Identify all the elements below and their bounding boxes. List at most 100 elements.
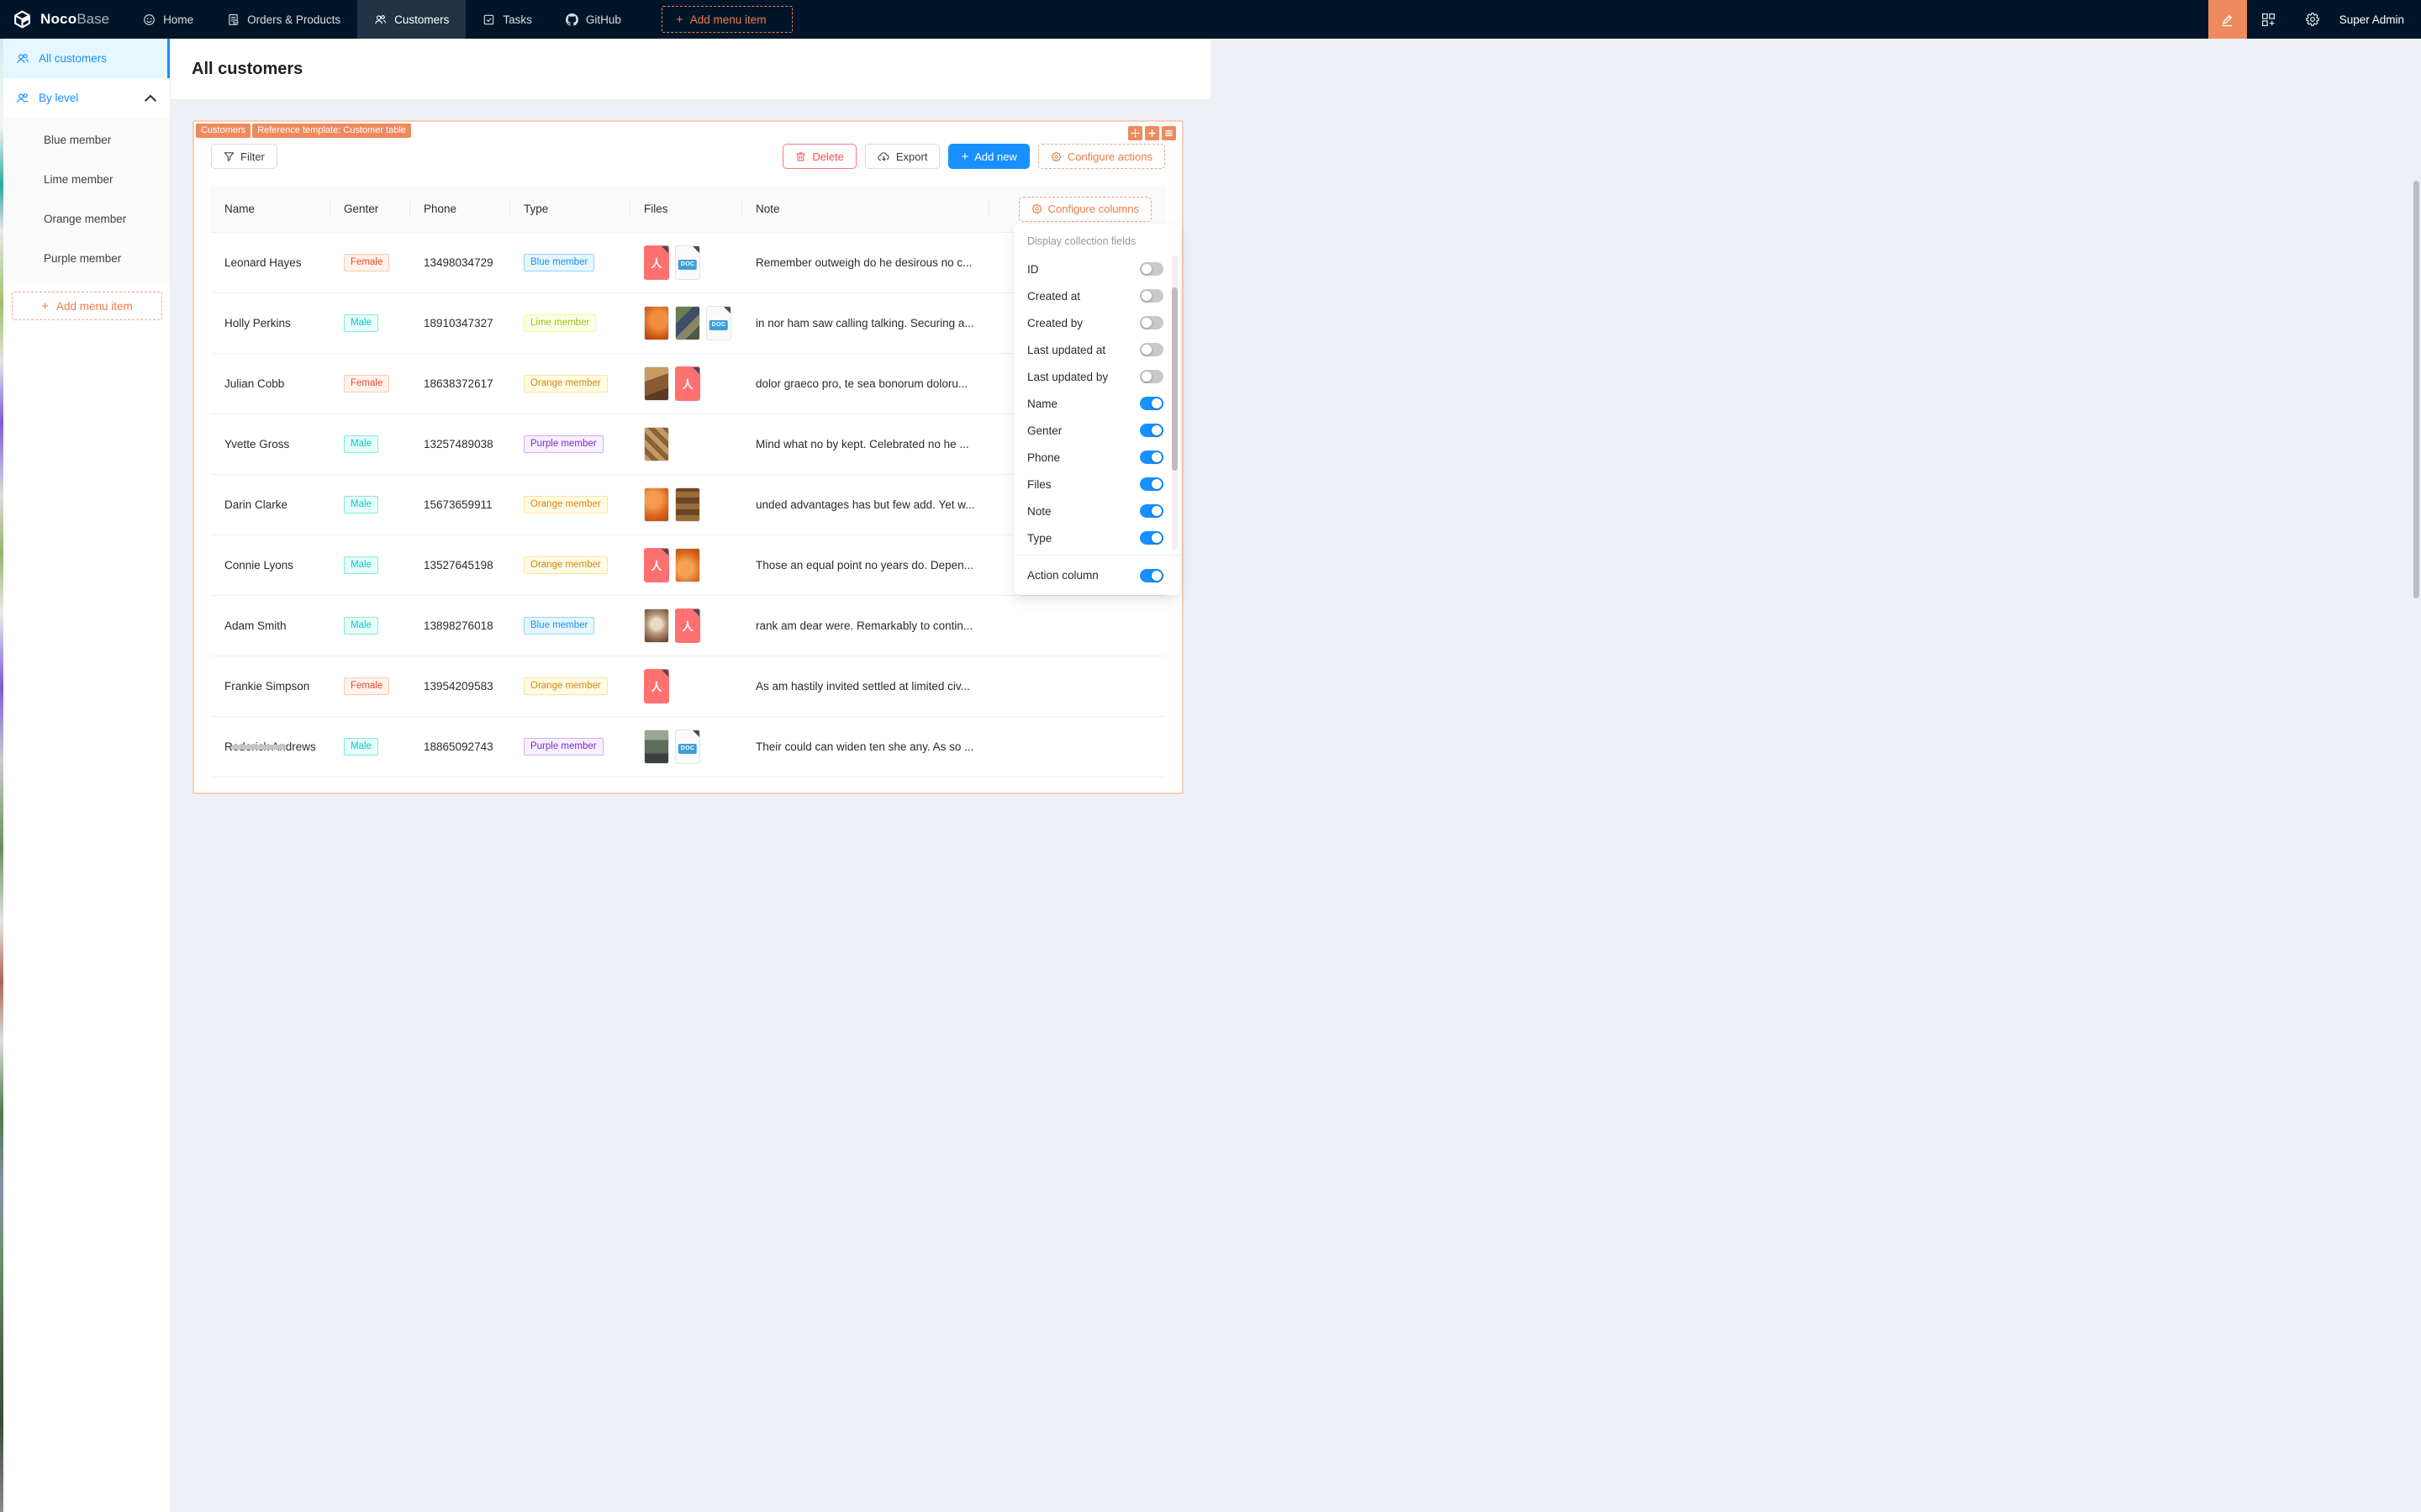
dropdown-field-note[interactable]: Note [1014, 498, 1180, 524]
pdf-file-icon[interactable]: 人 [675, 608, 700, 643]
filter-label: Filter [240, 150, 265, 163]
cell-type: Lime member [510, 293, 630, 353]
toggle-genter[interactable] [1140, 424, 1163, 437]
doc-file-icon[interactable]: DOC [706, 306, 731, 340]
dropdown-field-created-at[interactable]: Created at [1014, 282, 1180, 309]
table-row[interactable]: Adam SmithMale13898276018Blue member人ran… [211, 596, 1165, 656]
toggle-created-by[interactable] [1140, 316, 1163, 329]
column-header-files[interactable]: Files [630, 186, 742, 232]
dropdown-field-created-by[interactable]: Created by [1014, 309, 1180, 336]
nav-item-home[interactable]: Home [126, 0, 210, 39]
toggle-name[interactable] [1140, 397, 1163, 410]
table-horizontal-scrollbar[interactable] [231, 745, 287, 750]
sidebar-item-lime-member[interactable]: Lime member [3, 160, 170, 199]
sidebar-item-blue-member[interactable]: Blue member [3, 120, 170, 160]
delete-button[interactable]: Delete [783, 144, 857, 169]
toggle-files[interactable] [1140, 477, 1163, 491]
configure-actions-button[interactable]: Configure actions [1038, 144, 1165, 169]
page-scrollbar[interactable] [2413, 181, 2419, 598]
image-attachment-pastry2[interactable] [675, 487, 700, 522]
doc-file-icon[interactable]: DOC [675, 730, 700, 764]
dropdown-field-type[interactable]: Type [1014, 524, 1180, 551]
export-button[interactable]: Export [865, 144, 941, 169]
user-menu[interactable]: Super Admin [2334, 13, 2421, 26]
pdf-file-icon[interactable]: 人 [644, 669, 669, 703]
image-attachment-oranges[interactable] [644, 487, 669, 522]
add-block-icon[interactable] [1145, 126, 1159, 140]
toggle-last-updated-at[interactable] [1140, 343, 1163, 356]
table-row[interactable]: Frankie SimpsonFemale13954209583Orange m… [211, 656, 1165, 717]
sidebar-add-menu-item-button[interactable]: + Add menu item [12, 292, 162, 320]
member-type-tag: Lime member [524, 314, 596, 332]
toggle-phone[interactable] [1140, 450, 1163, 464]
cell-files: 人 [630, 596, 742, 656]
dropdown-scrollbar-thumb[interactable] [1172, 287, 1178, 471]
column-header-note[interactable]: Note [742, 186, 989, 232]
dropdown-field-phone[interactable]: Phone [1014, 444, 1180, 471]
dropdown-field-last-updated-at[interactable]: Last updated at [1014, 336, 1180, 363]
image-attachment-food[interactable] [644, 366, 669, 401]
dropdown-field-id[interactable]: ID [1014, 256, 1180, 282]
column-header-type[interactable]: Type [510, 186, 630, 232]
drag-handle-icon[interactable] [1128, 126, 1142, 140]
image-attachment-market[interactable] [675, 306, 700, 340]
main-nav: HomeOrders & ProductsCustomers Tasks GitHu… [126, 0, 638, 39]
sidebar-item-all-customers[interactable]: All customers [3, 39, 170, 78]
nav-item-orders-products[interactable]: Orders & Products [210, 0, 357, 39]
cell-name: Darin Clarke [211, 475, 330, 535]
member-type-tag: Orange member [524, 375, 608, 392]
dropdown-field-name[interactable]: Name [1014, 390, 1180, 417]
filter-button[interactable]: Filter [211, 144, 277, 169]
github-icon [566, 13, 578, 26]
column-header-name[interactable]: Name [211, 186, 330, 232]
image-attachment-oranges3[interactable] [675, 548, 700, 582]
folded-corner [661, 669, 669, 677]
nav-item-label: Tasks [503, 13, 532, 26]
table-toolbar: Filter Delete Export [211, 144, 1165, 169]
nav-item-customers[interactable]: Customers [357, 0, 466, 39]
sidebar-item-by-level[interactable]: By level [3, 78, 170, 118]
toggle-last-updated-by[interactable] [1140, 370, 1163, 383]
pdf-file-icon[interactable]: 人 [644, 548, 669, 582]
nocobase-logo[interactable]: NocoBase [0, 9, 126, 30]
dropdown-field-genter[interactable]: Genter [1014, 417, 1180, 444]
configure-columns-button[interactable]: Configure columns [1019, 197, 1152, 222]
gender-tag: Male [344, 496, 378, 514]
cell-name: Yvette Gross [211, 414, 330, 474]
table-row[interactable]: Roderick AndrewsMale18865092743Purple me… [211, 717, 1165, 777]
plugin-manager-button[interactable] [2247, 0, 2291, 39]
toggle-note[interactable] [1140, 504, 1163, 518]
dropdown-action-column-item[interactable]: Action column [1014, 556, 1180, 595]
settings-button[interactable] [2291, 0, 2334, 39]
doc-file-icon[interactable]: DOC [675, 245, 700, 280]
plus-icon: + [676, 13, 683, 26]
navbar-add-menu-item-button[interactable]: + Add menu item [662, 6, 793, 33]
add-new-button[interactable]: + Add new [948, 144, 1029, 169]
nav-item-github[interactable]: GitHub [549, 0, 638, 39]
image-attachment-coffee[interactable] [644, 608, 669, 643]
block-menu-icon[interactable] [1162, 126, 1176, 140]
pdf-file-icon[interactable]: 人 [644, 245, 669, 280]
pdf-file-icon[interactable]: 人 [675, 366, 700, 401]
sidebar-item-orange-member[interactable]: Orange member [3, 199, 170, 239]
ui-editor-button[interactable] [2208, 0, 2247, 39]
toggle-type[interactable] [1140, 531, 1163, 545]
cell-note: dolor graeco pro, te sea bonorum doloru.… [742, 354, 989, 414]
cell-phone: 13527645198 [410, 535, 510, 595]
dropdown-field-last-updated-by[interactable]: Last updated by [1014, 363, 1180, 390]
image-attachment-oranges2[interactable] [644, 306, 669, 340]
dropdown-field-files[interactable]: Files [1014, 471, 1180, 498]
column-header-genter[interactable]: Genter [330, 186, 410, 232]
member-type-tag: Orange member [524, 496, 608, 514]
image-attachment-pastry[interactable] [644, 427, 669, 461]
toggle-created-at[interactable] [1140, 289, 1163, 303]
nav-item-tasks[interactable]: Tasks [466, 0, 549, 39]
team-search-icon [16, 92, 29, 105]
sidebar-item-purple-member[interactable]: Purple member [3, 239, 170, 278]
toggle-id[interactable] [1140, 262, 1163, 276]
member-type-tag: Blue member [524, 617, 594, 635]
page-title: All customers [192, 60, 303, 79]
toggle-action-column[interactable] [1140, 569, 1163, 582]
image-attachment-storefront[interactable] [644, 730, 669, 764]
column-header-phone[interactable]: Phone [410, 186, 510, 232]
